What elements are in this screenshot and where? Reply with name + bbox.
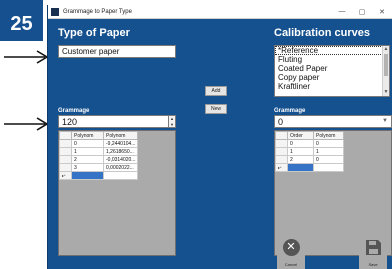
table-cell[interactable]: -0,0314020...: [102, 155, 139, 164]
paper-name-input[interactable]: Customer paper: [58, 45, 176, 58]
list-item[interactable]: Coated Paper: [275, 64, 389, 73]
table-row[interactable]: 2 -0,0314020...: [59, 155, 139, 164]
list-item[interactable]: *Reference: [275, 46, 389, 55]
save-button[interactable]: Save: [359, 237, 387, 269]
table-cell[interactable]: 2: [71, 155, 104, 164]
minimize-button[interactable]: —: [332, 8, 352, 15]
grammage-input[interactable]: 120: [58, 115, 169, 128]
arrow-right-icon: [4, 50, 49, 64]
new-row-marker[interactable]: ▸*: [59, 171, 72, 180]
polynom-table: Polynom Polynom 0 -9,2440104... 1 1,2618…: [59, 131, 139, 180]
table-cell[interactable]: 2: [287, 155, 314, 164]
list-item[interactable]: Kraftliner: [275, 82, 389, 91]
row-header[interactable]: [59, 139, 72, 148]
paper-type-heading: Type of Paper: [58, 27, 130, 39]
table-cell[interactable]: 0: [71, 139, 104, 148]
row-header[interactable]: [59, 163, 72, 172]
chevron-down-icon[interactable]: ▼: [170, 122, 174, 127]
table-row[interactable]: 1 1,2618650...: [59, 147, 139, 156]
table-row[interactable]: 3 0,0002022...: [59, 163, 139, 172]
table-cell[interactable]: 1: [313, 147, 344, 156]
curve-grammage-value: 0: [278, 116, 284, 127]
new-row-marker[interactable]: ▸*: [275, 163, 288, 172]
close-button[interactable]: ✕: [372, 8, 392, 16]
table-cell[interactable]: [102, 171, 139, 180]
scrollbar-thumb[interactable]: [384, 54, 388, 76]
table-cell[interactable]: [71, 171, 104, 180]
calibration-curves-heading: Calibration curves: [274, 27, 370, 39]
arrow-right-icon: [4, 117, 49, 131]
x-circle-icon: ✕: [282, 239, 300, 256]
row-header-corner: [275, 131, 288, 140]
save-label: Save: [368, 262, 378, 267]
chevron-down-icon[interactable]: ▼: [382, 118, 388, 124]
title-bar: Grammage to Paper Type — ▢ ✕: [48, 5, 392, 19]
row-header-corner: [59, 131, 72, 140]
add-button[interactable]: Add: [205, 86, 227, 96]
table-cell[interactable]: 1,2618650...: [102, 147, 139, 156]
calibration-curves-list[interactable]: *Reference Fluting Coated Paper Copy pap…: [274, 45, 390, 97]
cancel-label: Cancel: [284, 262, 298, 267]
list-item[interactable]: Fluting: [275, 55, 389, 64]
row-header[interactable]: [275, 155, 288, 164]
table-row[interactable]: 1 1: [275, 147, 344, 156]
table-cell[interactable]: 0,0002022...: [102, 163, 139, 172]
new-button[interactable]: New: [205, 104, 227, 114]
app-icon: [51, 7, 59, 16]
column-header[interactable]: Order: [287, 131, 314, 140]
table-row[interactable]: 2 0: [275, 155, 344, 164]
table-cell[interactable]: 0: [287, 139, 314, 148]
chevron-down-icon[interactable]: ▼: [383, 89, 389, 96]
curve-grammage-select[interactable]: 0 ▼: [274, 115, 392, 128]
table-header-row: Order Polynom: [275, 131, 344, 140]
table-cell[interactable]: 1: [71, 147, 104, 156]
row-header[interactable]: [59, 155, 72, 164]
table-cell[interactable]: [287, 163, 314, 172]
column-header[interactable]: Polynom: [102, 131, 139, 140]
cancel-button[interactable]: ✕ Cancel: [277, 237, 305, 269]
grammage-stepper[interactable]: ▲ ▼: [168, 115, 176, 128]
table-cell[interactable]: [313, 163, 344, 172]
chevron-up-icon[interactable]: ▲: [170, 116, 174, 121]
window-title: Grammage to Paper Type: [63, 8, 132, 15]
table-cell[interactable]: 1: [287, 147, 314, 156]
table-cell[interactable]: 0: [313, 139, 344, 148]
new-row[interactable]: ▸*: [275, 163, 344, 172]
curve-grammage-label: Grammage: [274, 108, 306, 114]
floppy-disk-icon: [365, 240, 381, 255]
maximize-button[interactable]: ▢: [352, 8, 372, 16]
new-row[interactable]: ▸*: [59, 171, 139, 180]
row-header[interactable]: [275, 147, 288, 156]
grammage-label: Grammage: [58, 108, 90, 114]
screenshot-stage: 25 Grammage to Paper Type — ▢ ✕ Type of …: [0, 0, 392, 269]
polynom-grid[interactable]: Polynom Polynom 0 -9,2440104... 1 1,2618…: [58, 130, 176, 256]
table-header-row: Polynom Polynom: [59, 131, 139, 140]
row-header[interactable]: [59, 147, 72, 156]
table-cell[interactable]: -9,2440104...: [102, 139, 139, 148]
table-cell[interactable]: 0: [313, 155, 344, 164]
column-header[interactable]: Polynom: [71, 131, 104, 140]
step-badge: 25: [0, 0, 43, 41]
curve-table: Order Polynom 0 0 1 1 2 0 ▸*: [275, 131, 344, 172]
chevron-up-icon[interactable]: ▲: [383, 46, 389, 53]
table-row[interactable]: 0 -9,2440104...: [59, 139, 139, 148]
app-window: Grammage to Paper Type — ▢ ✕ Type of Pap…: [47, 5, 392, 269]
list-scrollbar[interactable]: ▲ ▼: [382, 46, 389, 96]
list-item[interactable]: Copy paper: [275, 73, 389, 82]
row-header[interactable]: [275, 139, 288, 148]
column-header[interactable]: Polynom: [313, 131, 344, 140]
table-row[interactable]: 0 0: [275, 139, 344, 148]
table-cell[interactable]: 3: [71, 163, 104, 172]
